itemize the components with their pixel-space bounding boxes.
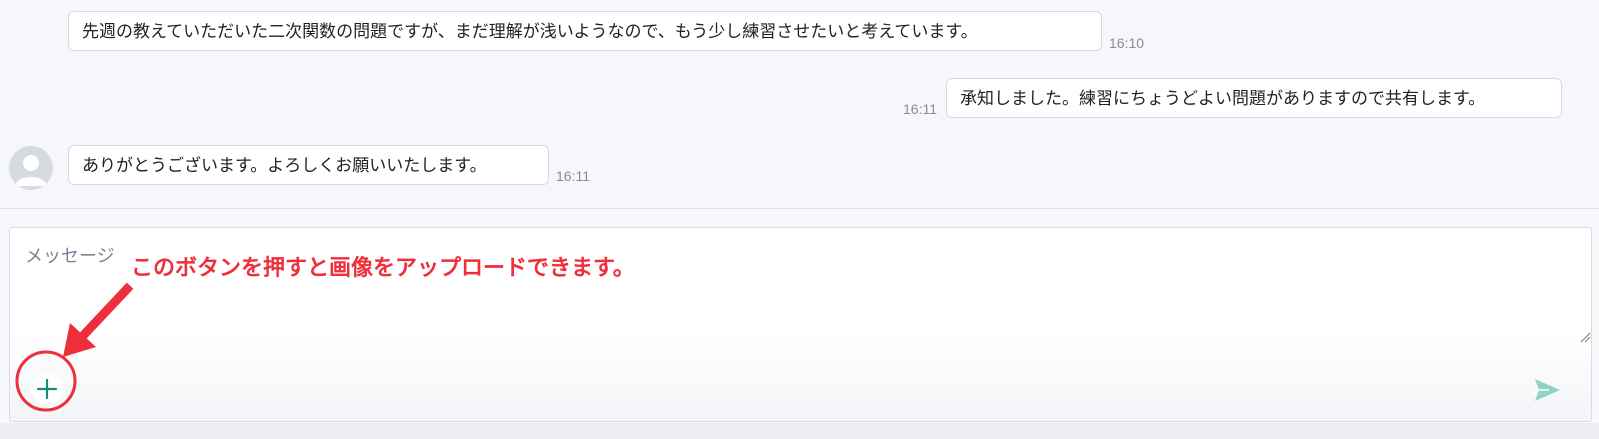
message-time-3: 16:11 <box>556 168 590 184</box>
send-button[interactable] <box>1533 377 1561 403</box>
resize-handle-icon[interactable] <box>1579 331 1591 343</box>
message-text-2: 承知しました。練習にちょうどよい問題がありますので共有します。 <box>960 89 1486 109</box>
message-text-1: 先週の教えていただいた二次関数の問題ですが、まだ理解が浅いようなので、もう少し練… <box>82 22 978 42</box>
message-time-1: 16:10 <box>1109 35 1145 51</box>
message-text-3: ありがとうございます。よろしくお願いいたします。 <box>82 156 487 176</box>
message-placeholder: メッセージ <box>25 246 115 267</box>
avatar <box>9 146 53 190</box>
user-avatar-icon <box>15 155 47 186</box>
footer-strip <box>0 423 1599 439</box>
message-time-2: 16:11 <box>903 101 937 117</box>
message-bubble-2: 承知しました。練習にちょうどよい問題がありますので共有します。 <box>946 78 1562 118</box>
message-bubble-3: ありがとうございます。よろしくお願いいたします。 <box>68 145 549 185</box>
message-bubble-1: 先週の教えていただいた二次関数の問題ですが、まだ理解が浅いようなので、もう少し練… <box>68 11 1102 51</box>
upload-button[interactable] <box>31 373 63 405</box>
message-list: 先週の教えていただいた二次関数の問題ですが、まだ理解が浅いようなので、もう少し練… <box>0 0 1599 209</box>
annotation-text: このボタンを押すと画像をアップロードできます。 <box>131 256 635 281</box>
plus-icon <box>36 378 58 400</box>
